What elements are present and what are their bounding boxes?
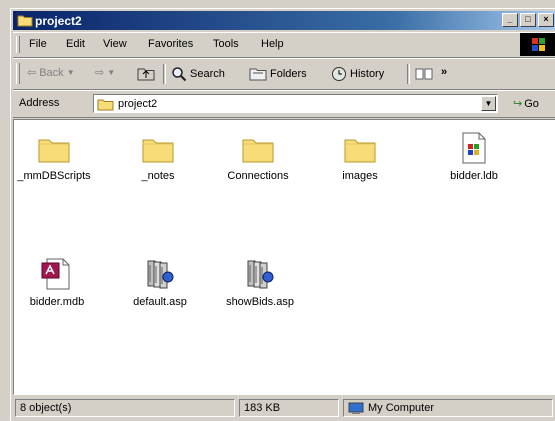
go-label: Go — [524, 97, 539, 110]
status-bar: 8 object(s) 183 KB My Computer — [13, 397, 555, 419]
forward-button[interactable]: ⇨ ▼ — [95, 66, 115, 79]
menu-edit[interactable]: Edit — [66, 38, 85, 50]
menu-favorites[interactable]: Favorites — [148, 38, 193, 50]
ldb-file-icon — [462, 132, 486, 164]
file-name: showBids.asp — [226, 296, 294, 308]
address-dropdown-button[interactable]: ▼ — [481, 96, 496, 111]
back-label: Back — [39, 66, 64, 79]
file-name: Connections — [227, 170, 289, 182]
folders-button[interactable]: Folders — [249, 66, 307, 81]
toolbar-separator — [163, 64, 166, 84]
move-to-button[interactable] — [415, 66, 433, 82]
toolbar-separator — [407, 64, 410, 84]
toolbar-grip[interactable] — [16, 63, 20, 84]
folder-icon — [344, 139, 376, 163]
address-label: Address — [19, 97, 60, 109]
address-value: project2 — [118, 98, 158, 110]
file-item[interactable]: bidder.ldb — [428, 132, 520, 182]
file-item[interactable]: _notes — [112, 134, 204, 182]
explorer-window: project2 _ □ × File Edit View Favorites … — [10, 8, 555, 421]
menu-bar: File Edit View Favorites Tools Help — [13, 32, 555, 58]
chevron-down-icon: ▼ — [66, 68, 75, 77]
asp-file-icon — [147, 260, 174, 289]
up-folder-button[interactable] — [137, 66, 155, 81]
file-name: _mmDBScripts — [17, 170, 91, 182]
forward-arrow-icon: ⇨ — [95, 67, 105, 79]
history-button[interactable]: History — [331, 66, 384, 82]
file-item[interactable]: showBids.asp — [214, 258, 306, 308]
access-db-icon — [41, 258, 70, 290]
file-name: images — [342, 170, 378, 182]
menu-file[interactable]: File — [29, 38, 47, 50]
folder-icon — [17, 15, 33, 27]
back-arrow-icon: ⇦ — [27, 67, 37, 79]
folder-icon — [38, 139, 70, 163]
minimize-button[interactable]: _ — [502, 13, 518, 27]
more-label: » — [441, 66, 448, 78]
zone-label: My Computer — [368, 402, 435, 414]
folders-icon — [249, 68, 267, 81]
window-title: project2 — [35, 14, 82, 28]
my-computer-icon — [348, 402, 364, 414]
chevron-down-icon: ▼ — [107, 68, 116, 77]
file-item[interactable]: bidder.mdb — [11, 258, 103, 308]
asp-file-icon — [247, 260, 274, 289]
address-input[interactable]: project2 ▼ — [93, 94, 498, 113]
file-item[interactable]: _mmDBScripts — [8, 134, 100, 182]
search-label: Search — [190, 68, 225, 80]
up-folder-icon — [137, 68, 155, 81]
status-zone: My Computer — [343, 399, 553, 417]
file-item[interactable]: default.asp — [114, 258, 206, 308]
address-bar: Address project2 ▼ ↪ Go — [13, 90, 555, 118]
history-icon — [332, 67, 346, 81]
folder-icon — [142, 139, 174, 163]
file-name: bidder.ldb — [450, 170, 498, 182]
menu-help[interactable]: Help — [261, 38, 284, 50]
toolbar-overflow-button[interactable]: » — [441, 66, 447, 78]
file-item[interactable]: Connections — [212, 134, 304, 182]
folder-icon — [242, 139, 274, 163]
menubar-grip[interactable] — [16, 36, 20, 53]
status-object-count: 8 object(s) — [15, 399, 235, 417]
folders-label: Folders — [270, 67, 307, 80]
go-button[interactable]: ↪ Go — [513, 97, 539, 111]
file-item[interactable]: images — [314, 134, 406, 182]
history-label: History — [350, 68, 385, 80]
file-name: bidder.mdb — [29, 296, 85, 308]
file-name: _notes — [141, 170, 175, 182]
menu-view[interactable]: View — [103, 38, 127, 50]
move-to-icon — [415, 68, 433, 80]
maximize-button[interactable]: □ — [520, 13, 536, 27]
back-button[interactable]: ⇦ Back ▼ — [27, 66, 75, 80]
close-button[interactable]: × — [538, 13, 554, 27]
search-icon — [172, 67, 187, 82]
search-button[interactable]: Search — [171, 66, 225, 82]
go-arrow-icon: ↪ — [513, 98, 523, 110]
status-size: 183 KB — [239, 399, 339, 417]
folder-icon — [97, 99, 114, 111]
file-name: default.asp — [133, 296, 187, 308]
windows-logo-icon — [520, 33, 555, 56]
title-bar[interactable]: project2 _ □ × — [13, 11, 555, 30]
file-view[interactable]: _mmDBScripts _notes Connections images b… — [13, 119, 555, 395]
standard-toolbar: ⇦ Back ▼ ⇨ ▼ Search Folders History » — [13, 58, 555, 90]
menu-tools[interactable]: Tools — [213, 38, 239, 50]
